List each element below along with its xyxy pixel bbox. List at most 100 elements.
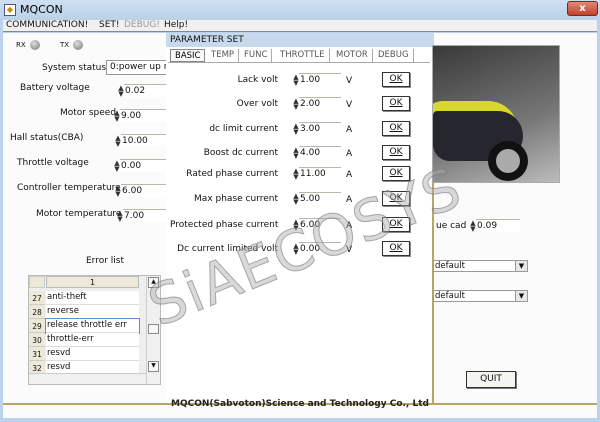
quit-button[interactable]: QUIT	[466, 371, 516, 388]
param-label: Rated phase current	[186, 169, 278, 179]
reading-label: Motor speed	[60, 108, 117, 118]
chevron-down-icon[interactable]: ▼	[515, 291, 527, 301]
dropdown-1[interactable]: default ▼	[433, 260, 528, 272]
scroll-up-icon[interactable]: ▲	[148, 277, 159, 288]
tab-motor[interactable]: MOTOR	[332, 49, 373, 62]
reading-spinbox[interactable]: ▲ ▼ 0.00	[114, 159, 166, 172]
horizontal-scrollbar[interactable]	[29, 373, 146, 384]
row-number: 31	[29, 347, 45, 361]
close-button[interactable]: x	[567, 1, 598, 16]
reading-spinbox[interactable]: ▲ ▼ 9.00	[114, 109, 166, 122]
param-unit: A	[346, 170, 353, 180]
reading-spinbox[interactable]: ▲ ▼ 6.00	[115, 184, 167, 197]
table-corner	[29, 276, 45, 288]
ok-button[interactable]: OK	[382, 241, 410, 256]
param-unit: V	[346, 100, 353, 110]
reading-value[interactable]: 9.00	[120, 109, 166, 122]
param-value[interactable]: 0.00	[299, 242, 341, 255]
param-value[interactable]: 1.00	[299, 73, 341, 86]
param-label: Dc current limited volt	[177, 244, 278, 254]
table-row[interactable]: 30 throttle-err	[29, 333, 139, 347]
ok-button[interactable]: OK	[382, 166, 410, 181]
param-unit: A	[346, 221, 353, 231]
chevron-down-icon[interactable]: ▼	[515, 261, 527, 271]
scroll-down-icon[interactable]: ▼	[148, 361, 159, 372]
system-status-field: 0:power up no	[106, 60, 168, 75]
scooter-hub	[496, 149, 520, 173]
param-spinbox[interactable]: ▲ ▼ 4.00	[293, 146, 341, 159]
panel-title: PARAMETER SET	[166, 33, 434, 47]
footer-text: MQCON(Sabvoton)Science and Technology Co…	[171, 399, 429, 409]
param-spinbox[interactable]: ▲ ▼ 0.00	[293, 242, 341, 255]
param-value[interactable]: 11.00	[299, 167, 341, 180]
param-spinbox[interactable]: ▲ ▼ 2.00	[293, 97, 341, 110]
param-unit: V	[346, 245, 353, 255]
menu-help[interactable]: Help!	[164, 20, 188, 30]
param-value[interactable]: 3.00	[299, 122, 341, 135]
title-bar	[0, 0, 600, 20]
param-spinbox[interactable]: ▲ ▼ 5.00	[293, 192, 341, 205]
reading-spinbox[interactable]: ▲ ▼ 7.00	[117, 209, 169, 222]
cad-spinbox[interactable]: ▲ ▼ 0.09	[470, 219, 520, 232]
row-text[interactable]: anti-theft	[46, 291, 139, 305]
row-text[interactable]: resvd	[46, 347, 139, 361]
param-spinbox[interactable]: ▲ ▼ 11.00	[293, 167, 341, 180]
ok-button[interactable]: OK	[382, 96, 410, 111]
param-spinbox[interactable]: ▲ ▼ 3.00	[293, 122, 341, 135]
ok-button[interactable]: OK	[382, 217, 410, 232]
row-text[interactable]: release throttle err	[45, 318, 140, 334]
param-spinbox[interactable]: ▲ ▼ 6.00	[293, 218, 341, 231]
reading-spinbox[interactable]: ▲ ▼ 0.02	[118, 84, 170, 97]
param-unit: A	[346, 149, 353, 159]
tab-debug[interactable]: DEBUG	[374, 49, 414, 62]
tab-basic[interactable]: BASIC	[170, 49, 206, 62]
scooter-image	[432, 45, 560, 183]
reading-spinbox[interactable]: ▲ ▼ 10.00	[115, 134, 167, 147]
table-row[interactable]: 29 release throttle err	[29, 318, 140, 334]
table-row[interactable]: 27 anti-theft	[29, 291, 139, 305]
reading-value[interactable]: 10.00	[121, 134, 167, 147]
tab-temp[interactable]: TEMP	[207, 49, 240, 62]
ok-button[interactable]: OK	[382, 72, 410, 87]
scroll-thumb[interactable]	[148, 324, 159, 334]
rx-label: RX	[16, 41, 26, 49]
menu-communication[interactable]: COMMUNICATION!	[6, 20, 88, 30]
reading-value[interactable]: 0.02	[124, 84, 170, 97]
reading-value[interactable]: 7.00	[123, 209, 169, 222]
dropdown-2-value: default	[435, 291, 465, 301]
row-number: 28	[29, 305, 45, 319]
param-value[interactable]: 4.00	[299, 146, 341, 159]
ok-button[interactable]: OK	[382, 121, 410, 136]
app-icon: ◆	[4, 4, 16, 16]
row-text[interactable]: throttle-err	[46, 333, 139, 347]
param-label: Lack volt	[237, 75, 278, 85]
error-list-label: Error list	[86, 256, 125, 266]
error-list-table: 1 27 anti-theft 28 reverse 29 release throttl…	[28, 275, 161, 385]
cad-value[interactable]: 0.09	[476, 219, 520, 232]
menu-set[interactable]: SET!	[99, 20, 120, 30]
menu-debug[interactable]: DEBUG!	[124, 20, 160, 30]
ok-button[interactable]: OK	[382, 191, 410, 206]
reading-label: Throttle voltage	[17, 158, 89, 168]
reading-value[interactable]: 0.00	[120, 159, 166, 172]
row-text[interactable]: reverse	[46, 305, 139, 319]
table-row[interactable]: 28 reverse	[29, 305, 139, 319]
reading-value[interactable]: 6.00	[121, 184, 167, 197]
table-row[interactable]: 31 resvd	[29, 347, 139, 361]
param-unit: A	[346, 125, 353, 135]
param-spinbox[interactable]: ▲ ▼ 1.00	[293, 73, 341, 86]
tab-func[interactable]: FUNC	[240, 49, 273, 62]
menu-bar: COMMUNICATION! SET! DEBUG! Help!	[3, 20, 597, 32]
rx-lamp-icon	[30, 40, 40, 50]
param-value[interactable]: 5.00	[299, 192, 341, 205]
tab-throttle[interactable]: THROTTLE	[276, 49, 330, 62]
ok-button[interactable]: OK	[382, 145, 410, 160]
param-value[interactable]: 2.00	[299, 97, 341, 110]
param-label: Protected phase current	[170, 220, 279, 230]
param-value[interactable]: 6.00	[299, 218, 341, 231]
dropdown-2[interactable]: default ▼	[433, 290, 528, 302]
cad-label: ue cad	[436, 221, 467, 231]
reading-label: Motor temperature	[36, 209, 122, 219]
vertical-scrollbar[interactable]: ▲ ▼	[146, 276, 160, 384]
dropdown-1-value: default	[435, 261, 465, 271]
